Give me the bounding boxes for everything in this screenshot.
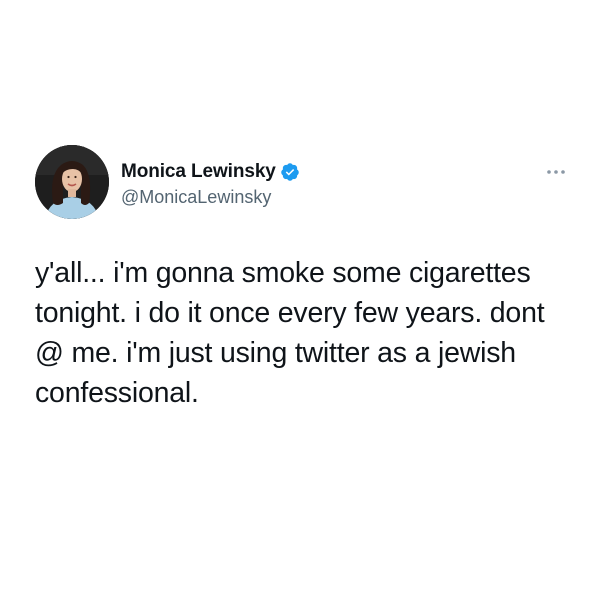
author-handle: @MonicaLewinsky [121,187,272,207]
more-horizontal-icon[interactable] [543,165,569,177]
tweet-header: Monica Lewinsky @MonicaLewinsky [35,145,565,221]
verified-badge-icon [280,162,300,182]
display-name: Monica Lewinsky [121,161,276,182]
tweet-screenshot: Monica Lewinsky @MonicaLewinsky y'all...… [0,0,600,600]
avatar-image [35,145,109,219]
author-info[interactable]: Monica Lewinsky @MonicaLewinsky [121,145,300,208]
name-row: Monica Lewinsky [121,161,300,183]
avatar[interactable] [35,145,109,219]
tweet: Monica Lewinsky @MonicaLewinsky y'all...… [35,145,565,413]
tweet-text: y'all... i'm gonna smoke some cigarettes… [35,257,545,409]
